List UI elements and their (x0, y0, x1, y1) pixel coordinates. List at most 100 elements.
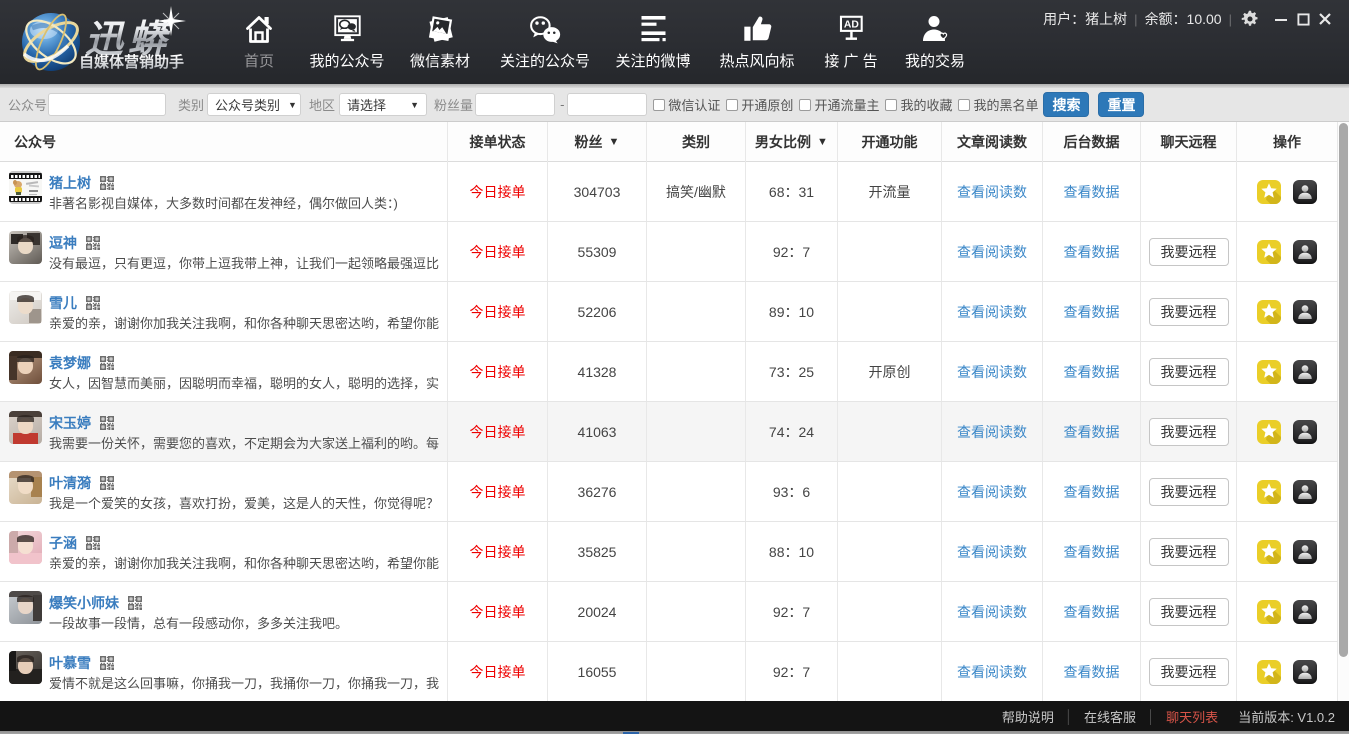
remote-chat-button[interactable]: 我要远程 (1149, 598, 1229, 626)
column-header-ratio[interactable]: 男女比例▼ (745, 122, 837, 162)
account-name[interactable]: 雪儿 (49, 293, 77, 313)
view-reads-link[interactable]: 查看阅读数 (957, 242, 1027, 262)
remote-chat-button[interactable]: 我要远程 (1149, 358, 1229, 386)
fans-max-input[interactable] (567, 93, 647, 116)
remote-chat-button[interactable]: 我要远程 (1149, 478, 1229, 506)
table-row[interactable]: 袁梦娜 女人，因智慧而美丽，因聪明而幸福，聪明的女人，聪明的选择，实 今日接单 … (0, 342, 1338, 402)
online-service-link[interactable]: 在线客服 (1084, 707, 1136, 726)
favorite-star-button[interactable] (1257, 540, 1281, 564)
vertical-scrollbar[interactable] (1338, 122, 1349, 702)
nav-item-hot-trends[interactable]: 热点风向标 (719, 0, 794, 71)
account-name[interactable]: 袁梦娜 (49, 353, 91, 373)
favorite-star-button[interactable] (1257, 300, 1281, 324)
search-button[interactable]: 搜索 (1043, 92, 1089, 117)
reset-button[interactable]: 重置 (1098, 92, 1144, 117)
remote-chat-button[interactable]: 我要远程 (1149, 238, 1229, 266)
contact-person-button[interactable] (1293, 240, 1317, 264)
favorite-star-button[interactable] (1257, 240, 1281, 264)
account-name[interactable]: 子涵 (49, 533, 77, 553)
checkbox-my-favorites[interactable]: 我的收藏 (885, 95, 952, 114)
checkbox-box[interactable] (653, 99, 665, 111)
account-name[interactable]: 逗神 (49, 233, 77, 253)
account-name[interactable]: 宋玉婷 (49, 413, 91, 433)
checkbox-wechat-verified[interactable]: 微信认证 (653, 95, 720, 114)
remote-chat-button[interactable]: 我要远程 (1149, 658, 1229, 686)
view-reads-link[interactable]: 查看阅读数 (957, 482, 1027, 502)
nav-item-wechat-material[interactable]: 微信素材 (410, 0, 470, 71)
contact-person-button[interactable] (1293, 420, 1317, 444)
close-button[interactable] (1314, 9, 1336, 29)
settings-gear-icon[interactable] (1239, 9, 1261, 29)
view-data-link[interactable]: 查看数据 (1064, 482, 1120, 502)
contact-person-button[interactable] (1293, 360, 1317, 384)
help-link[interactable]: 帮助说明 (1002, 707, 1054, 726)
account-name[interactable]: 叶清漪 (49, 473, 91, 493)
table-row[interactable]: 逗神 没有最逗，只有更逗，你带上逗我带上神，让我们一起领略最强逗比 今日接单 5… (0, 222, 1338, 282)
table-row[interactable]: 爆笑小师妹 一段故事一段情，总有一段感动你，多多关注我吧。 今日接单 20024… (0, 582, 1338, 642)
table-row[interactable]: 叶清漪 我是一个爱笑的女孩，喜欢打扮，爱美，这是人的天性，你觉得呢？ 今日接单 … (0, 462, 1338, 522)
contact-person-button[interactable] (1293, 600, 1317, 624)
table-row[interactable]: 宋玉婷 我需要一份关怀，需要您的喜欢，不定期会为大家送上福利的哟。每 今日接单 … (0, 402, 1338, 462)
account-filter-input[interactable] (48, 93, 166, 116)
remote-chat-button[interactable]: 我要远程 (1149, 538, 1229, 566)
contact-person-button[interactable] (1293, 480, 1317, 504)
view-reads-link[interactable]: 查看阅读数 (957, 602, 1027, 622)
table-row[interactable]: 猪上树 非著名影视自媒体，大多数时间都在发神经，偶尔做回人类：) 今日接单 30… (0, 162, 1338, 222)
minimize-button[interactable] (1270, 9, 1292, 29)
category-select[interactable]: 公众号类别▼ (207, 93, 301, 116)
view-reads-link[interactable]: 查看阅读数 (957, 422, 1027, 442)
contact-person-button[interactable] (1293, 300, 1317, 324)
checkbox-box[interactable] (958, 99, 970, 111)
view-reads-link[interactable]: 查看阅读数 (957, 662, 1027, 682)
view-data-link[interactable]: 查看数据 (1064, 422, 1120, 442)
remote-chat-button[interactable]: 我要远程 (1149, 418, 1229, 446)
contact-person-button[interactable] (1293, 180, 1317, 204)
view-data-link[interactable]: 查看数据 (1064, 302, 1120, 322)
view-data-link[interactable]: 查看数据 (1064, 602, 1120, 622)
table-row[interactable]: 雪儿 亲爱的亲，谢谢你加我关注我啊，和你各种聊天思密达哟，希望你能 今日接单 5… (0, 282, 1338, 342)
view-data-link[interactable]: 查看数据 (1064, 242, 1120, 262)
favorite-star-button[interactable] (1257, 180, 1281, 204)
nav-item-take-ads[interactable]: AD 接 广 告 (824, 0, 877, 71)
order-status: 今日接单 (447, 342, 547, 401)
account-name[interactable]: 叶慕雪 (49, 653, 91, 673)
checkbox-box[interactable] (885, 99, 897, 111)
fans-min-input[interactable] (475, 93, 555, 116)
nav-item-followed-accounts[interactable]: 关注的公众号 (500, 0, 590, 71)
checkbox-my-blacklist[interactable]: 我的黑名单 (958, 95, 1038, 114)
maximize-button[interactable] (1292, 9, 1314, 29)
remote-chat-button[interactable]: 我要远程 (1149, 298, 1229, 326)
view-data-link[interactable]: 查看数据 (1064, 182, 1120, 202)
checkbox-traffic-enabled[interactable]: 开通流量主 (799, 95, 879, 114)
account-name[interactable]: 猪上树 (49, 173, 91, 193)
contact-person-button[interactable] (1293, 540, 1317, 564)
view-reads-link[interactable]: 查看阅读数 (957, 362, 1027, 382)
nav-item-my-trades[interactable]: 我的交易 (905, 0, 965, 71)
column-header-fans[interactable]: 粉丝▼ (547, 122, 646, 162)
remote-cell: 我要远程 (1140, 402, 1236, 461)
favorite-star-button[interactable] (1257, 360, 1281, 384)
account-name[interactable]: 爆笑小师妹 (49, 593, 119, 613)
view-reads-link[interactable]: 查看阅读数 (957, 542, 1027, 562)
view-data-link[interactable]: 查看数据 (1064, 362, 1120, 382)
view-data-link[interactable]: 查看数据 (1064, 662, 1120, 682)
contact-person-button[interactable] (1293, 660, 1317, 684)
view-data-link[interactable]: 查看数据 (1064, 542, 1120, 562)
favorite-star-button[interactable] (1257, 660, 1281, 684)
chat-list-link[interactable]: 聊天列表 (1166, 707, 1218, 726)
checkbox-original-enabled[interactable]: 开通原创 (726, 95, 793, 114)
favorite-star-button[interactable] (1257, 420, 1281, 444)
nav-item-my-accounts[interactable]: 我的公众号 (309, 0, 384, 71)
checkbox-box[interactable] (799, 99, 811, 111)
nav-item-home[interactable]: 首页 (243, 0, 275, 71)
favorite-star-button[interactable] (1257, 600, 1281, 624)
table-row[interactable]: 叶慕雪 爱情不就是这么回事嘛，你捅我一刀，我捅你一刀，你捅我一刀，我 今日接单 … (0, 642, 1338, 702)
checkbox-box[interactable] (726, 99, 738, 111)
view-reads-link[interactable]: 查看阅读数 (957, 302, 1027, 322)
scrollbar-thumb[interactable] (1339, 123, 1348, 657)
region-select[interactable]: 请选择▼ (339, 93, 427, 116)
view-reads-link[interactable]: 查看阅读数 (957, 182, 1027, 202)
favorite-star-button[interactable] (1257, 480, 1281, 504)
table-row[interactable]: 子涵 亲爱的亲，谢谢你加我关注我啊，和你各种聊天思密达哟，希望你能 今日接单 3… (0, 522, 1338, 582)
nav-item-followed-weibo[interactable]: 关注的微博 (615, 0, 690, 71)
